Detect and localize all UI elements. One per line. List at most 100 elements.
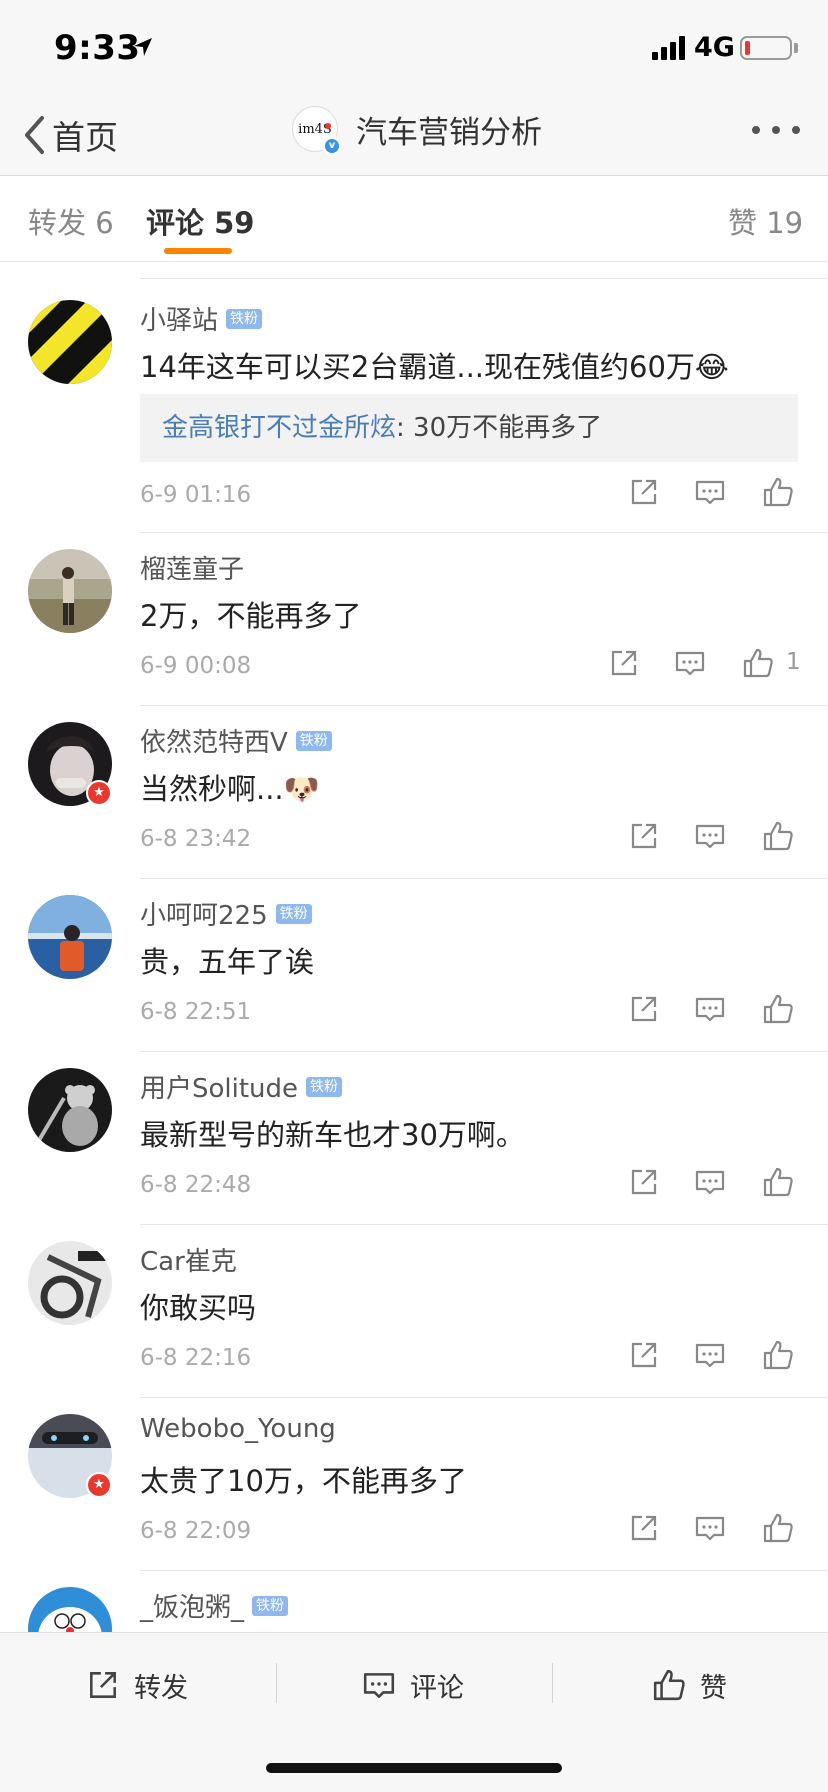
avatar-image — [28, 1068, 112, 1152]
username-text: _饭泡粥_ — [140, 1593, 245, 1623]
comment-username[interactable]: 小驿站 铁粉 — [140, 300, 263, 337]
comment-text: 最新型号的新车也才30万啊。 — [140, 1118, 525, 1152]
username-text: 榴莲童子 — [140, 555, 245, 585]
comment-text: 2万，不能再多了 — [140, 599, 362, 633]
divider — [276, 1663, 277, 1703]
comment-icon[interactable] — [694, 476, 726, 508]
divider — [140, 532, 828, 533]
battery-icon — [740, 36, 792, 60]
username-text: 用户Solitude — [140, 1074, 299, 1104]
avatar[interactable] — [28, 1068, 112, 1152]
tab-likes[interactable]: 赞 19 — [728, 200, 803, 242]
back-label: 首页 — [52, 118, 118, 157]
avatar[interactable] — [28, 549, 112, 633]
location-arrow-icon — [134, 38, 152, 56]
tab-reposts[interactable]: 转发 6 — [28, 200, 114, 242]
like-icon[interactable] — [762, 1166, 794, 1198]
repost-icon[interactable] — [608, 647, 640, 679]
avatar-image — [28, 895, 112, 979]
avatar[interactable] — [28, 300, 112, 384]
status-time: 9:33 — [54, 28, 141, 68]
tab-comments[interactable]: 评论 59 — [146, 200, 254, 242]
fan-badge: 铁粉 — [275, 903, 312, 924]
like-icon[interactable] — [762, 820, 794, 852]
fan-badge: 铁粉 — [306, 1076, 343, 1097]
like-icon[interactable] — [762, 993, 794, 1025]
like-button[interactable]: 赞 — [652, 1663, 727, 1707]
avatar[interactable] — [28, 895, 112, 979]
comment-actions — [628, 1339, 798, 1379]
battery-tip — [794, 43, 798, 53]
like-icon[interactable] — [742, 647, 774, 679]
avatar[interactable] — [28, 1241, 112, 1325]
comment-time: 6-8 23:42 — [140, 826, 252, 852]
divider — [140, 705, 828, 706]
comment-button[interactable]: 评论 — [362, 1663, 464, 1707]
header-area: 9:33 4G 首页 im4S v 汽车营销分析 — [0, 0, 828, 176]
comment-text: 贵，五年了诶 — [140, 945, 315, 979]
comment-text: 当然秒啊...🐶 — [140, 772, 320, 806]
fan-badge: 铁粉 — [226, 308, 263, 329]
comment-username[interactable]: 依然范特西V 铁粉 — [140, 722, 332, 759]
comment-icon[interactable] — [694, 1166, 726, 1198]
repost-icon[interactable] — [628, 1339, 660, 1371]
comment-time: 6-8 22:09 — [140, 1518, 252, 1544]
signal-icon — [652, 36, 685, 60]
comment-icon[interactable] — [694, 1512, 726, 1544]
reply-text: : 30万不能再多了 — [396, 413, 603, 443]
like-icon[interactable] — [762, 476, 794, 508]
comment-label: 评论 — [410, 1672, 464, 1704]
repost-icon[interactable] — [628, 993, 660, 1025]
more-options-icon[interactable] — [752, 120, 800, 140]
network-type: 4G — [694, 32, 735, 63]
chevron-left-icon — [25, 116, 44, 154]
comment-time: 6-9 01:16 — [140, 482, 252, 508]
comment-text: 你敢买吗 — [140, 1291, 257, 1325]
comment-actions — [628, 820, 798, 860]
comment-icon[interactable] — [694, 820, 726, 852]
comment-actions — [628, 1512, 798, 1552]
reply-username[interactable]: 金高银打不过金所炫 — [162, 413, 396, 443]
divider — [140, 1570, 828, 1571]
tab-bar: 转发 6 评论 59 赞 19 — [0, 176, 828, 262]
repost-button[interactable]: 转发 — [86, 1663, 188, 1707]
username-text: 依然范特西V — [140, 728, 288, 758]
comment-username[interactable]: Car崔克 — [140, 1241, 237, 1278]
username-text: Webobo_Young — [140, 1414, 336, 1444]
status-bar: 9:33 4G — [0, 0, 828, 100]
comment-icon — [363, 1673, 395, 1698]
reply-preview[interactable]: 金高银打不过金所炫: 30万不能再多了 — [140, 394, 798, 462]
comment-actions — [628, 1166, 798, 1206]
nav-title-group[interactable]: im4S v 汽车营销分析 — [292, 106, 542, 155]
repost-icon[interactable] — [628, 1512, 660, 1544]
like-icon — [653, 1669, 685, 1701]
comment-icon[interactable] — [694, 993, 726, 1025]
repost-icon[interactable] — [628, 1166, 660, 1198]
like-icon[interactable] — [762, 1339, 794, 1371]
repost-icon[interactable] — [628, 476, 660, 508]
like-icon[interactable] — [762, 1512, 794, 1544]
repost-label: 转发 — [134, 1672, 188, 1704]
comment-username[interactable]: 用户Solitude 铁粉 — [140, 1068, 343, 1105]
comment-text: 太贵了10万，不能再多了 — [140, 1464, 467, 1498]
divider — [140, 878, 828, 879]
comment-username[interactable]: 小呵呵225 铁粉 — [140, 895, 312, 932]
username-text: 小呵呵225 — [140, 901, 268, 931]
username-text: Car崔克 — [140, 1247, 237, 1277]
comment-username[interactable]: 榴莲童子 — [140, 549, 244, 586]
divider — [140, 1051, 828, 1052]
comment-actions — [628, 993, 798, 1033]
divider — [140, 1224, 828, 1225]
avatar-image — [28, 300, 112, 384]
fan-badge: 铁粉 — [295, 730, 332, 751]
comment-username[interactable]: _饭泡粥_ 铁粉 — [140, 1587, 289, 1624]
comment-username[interactable]: Webobo_Young — [140, 1414, 336, 1444]
comment-icon[interactable] — [674, 647, 706, 679]
back-button[interactable]: 首页 — [22, 110, 118, 160]
account-avatar: im4S v — [292, 106, 341, 155]
home-indicator — [266, 1763, 562, 1773]
repost-icon[interactable] — [628, 820, 660, 852]
comment-icon[interactable] — [694, 1339, 726, 1371]
active-tab-indicator — [164, 248, 232, 254]
fan-badge: 铁粉 — [252, 1595, 289, 1616]
